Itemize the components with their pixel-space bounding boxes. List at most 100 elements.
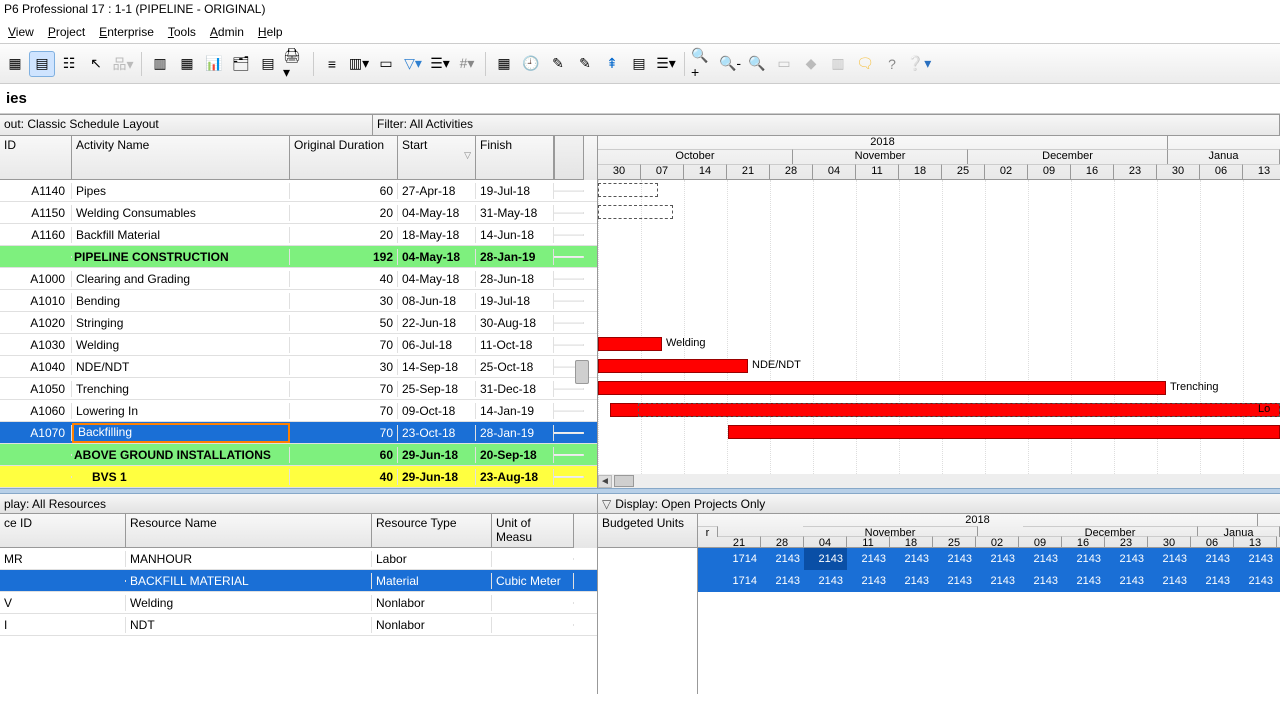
toolbar-icon[interactable]: ▦ [2, 51, 28, 77]
help-icon[interactable]: ? [879, 51, 905, 77]
budget-cell[interactable]: 2143 [1105, 548, 1148, 570]
note-icon[interactable]: 🗨 [852, 51, 878, 77]
resource-row[interactable]: INDTNonlabor [0, 614, 597, 636]
activity-row[interactable]: A1040NDE/NDT3014-Sep-1825-Oct-18 [0, 356, 597, 378]
gantt-bar[interactable] [598, 205, 673, 219]
activity-row[interactable]: A1010Bending3008-Jun-1819-Jul-18 [0, 290, 597, 312]
expand-icon[interactable]: ▽ [602, 497, 611, 511]
gantt-bar[interactable] [598, 337, 662, 351]
budget-cell[interactable]: 2143 [976, 548, 1019, 570]
col-header-finish[interactable]: Finish [476, 136, 554, 180]
toolbar-icon[interactable]: ▤ [626, 51, 652, 77]
zoom-icon[interactable]: 🔍 [744, 51, 770, 77]
budget-cell[interactable]: 2143 [933, 548, 976, 570]
resource-row[interactable]: MRMANHOURLabor [0, 548, 597, 570]
toolbar-icon[interactable]: ☰▾ [427, 51, 453, 77]
col-header-id[interactable]: ID [0, 136, 72, 180]
budget-cell[interactable]: 2143 [1019, 548, 1062, 570]
gantt-timescale[interactable]: 2018OctoberNovemberDecemberJanua30071421… [598, 136, 1280, 180]
menu-help[interactable]: Help [252, 23, 289, 41]
budget-cell[interactable]: 1714 [718, 548, 761, 570]
col-header-resource-id[interactable]: ce ID [0, 514, 126, 548]
toolbar-icon[interactable]: ↖ [83, 51, 109, 77]
toolbar-icon[interactable]: ◆ [798, 51, 824, 77]
toolbar-icon[interactable]: 🖨▾ [282, 51, 308, 77]
toolbar-icon[interactable]: 🕘 [518, 51, 544, 77]
budget-cell[interactable]: 2143 [1019, 570, 1062, 592]
toolbar-icon[interactable]: ✎ [572, 51, 598, 77]
toolbar-icon[interactable]: ▤ [29, 51, 55, 77]
activity-row[interactable]: A1000Clearing and Grading4004-May-1828-J… [0, 268, 597, 290]
gantt-bar[interactable] [728, 425, 1280, 439]
activity-row[interactable]: BVS 14029-Jun-1823-Aug-18 [0, 466, 597, 488]
col-header-resource-type[interactable]: Resource Type [372, 514, 492, 548]
layout-label[interactable]: out: Classic Schedule Layout [0, 115, 373, 135]
filter-icon[interactable]: ▽▾ [400, 51, 426, 77]
budget-cell[interactable]: 2143 [1191, 548, 1234, 570]
budget-cell[interactable]: 2143 [804, 548, 847, 570]
budget-cell[interactable]: 1714 [718, 570, 761, 592]
toolbar-icon[interactable]: 📊 [201, 51, 227, 77]
budget-cell[interactable]: 2143 [1062, 548, 1105, 570]
toolbar-icon[interactable]: ☰▾ [653, 51, 679, 77]
budget-cell[interactable]: 2143 [847, 570, 890, 592]
toolbar-icon[interactable]: ☷ [56, 51, 82, 77]
gantt-bar[interactable] [598, 381, 1166, 395]
activity-row[interactable]: A1070Backfilling7023-Oct-1828-Jan-19 [0, 422, 597, 444]
menu-enterprise[interactable]: Enterprise [93, 23, 160, 41]
activity-row[interactable]: A1160Backfill Material2018-May-1814-Jun-… [0, 224, 597, 246]
project-display-label[interactable]: ▽ Display: Open Projects Only [598, 494, 1280, 514]
activity-row[interactable]: A1150Welding Consumables2004-May-1831-Ma… [0, 202, 597, 224]
activity-row[interactable]: A1030Welding7006-Jul-1811-Oct-18 [0, 334, 597, 356]
toolbar-icon[interactable]: ▤ [255, 51, 281, 77]
scroll-thumb[interactable] [575, 360, 589, 384]
filter-label[interactable]: Filter: All Activities [373, 115, 1280, 135]
toolbar-icon[interactable]: ▥ [147, 51, 173, 77]
scroll-thumb[interactable] [614, 475, 634, 487]
col-header-resource-name[interactable]: Resource Name [126, 514, 372, 548]
toolbar-icon[interactable]: 品▾ [110, 51, 136, 77]
budget-cell[interactable]: 2143 [933, 570, 976, 592]
budget-row[interactable]: 1714214321432143214321432143214321432143… [698, 570, 1280, 592]
menu-project[interactable]: Project [42, 23, 91, 41]
gantt-chart[interactable]: WeldingNDE/NDTTrenchingLo [598, 180, 1280, 474]
toolbar-icon[interactable]: ▦ [174, 51, 200, 77]
budget-cell[interactable]: 2143 [1062, 570, 1105, 592]
budget-cell[interactable]: 2143 [1148, 548, 1191, 570]
col-header-unit[interactable]: Unit of Measu [492, 514, 574, 548]
scroll-left-icon[interactable]: ◄ [598, 475, 612, 488]
budget-cell[interactable]: 2143 [761, 570, 804, 592]
horizontal-scrollbar[interactable]: ◄ [598, 474, 1280, 488]
activity-row[interactable]: PIPELINE CONSTRUCTION19204-May-1828-Jan-… [0, 246, 597, 268]
zoom-out-icon[interactable]: 🔍- [717, 51, 743, 77]
toolbar-icon[interactable]: ▥▾ [346, 51, 372, 77]
menu-tools[interactable]: Tools [162, 23, 202, 41]
budget-cell[interactable]: 2143 [1191, 570, 1234, 592]
budget-cell[interactable]: 2143 [1234, 548, 1277, 570]
gantt-bar[interactable] [638, 403, 1280, 417]
gantt-bar[interactable] [598, 359, 748, 373]
budget-cell[interactable]: 2143 [847, 548, 890, 570]
col-header-duration[interactable]: Original Duration [290, 136, 398, 180]
budget-cell[interactable]: 2143 [976, 570, 1019, 592]
help-icon[interactable]: ❔▾ [906, 51, 932, 77]
toolbar-icon[interactable]: ✎ [545, 51, 571, 77]
toolbar-icon[interactable]: ▦ [491, 51, 517, 77]
budget-cell[interactable]: 2143 [1234, 570, 1277, 592]
zoom-in-icon[interactable]: 🔍+ [690, 51, 716, 77]
spreadsheet-timescale[interactable]: 2018rNovemberDecemberJanua21280411182502… [698, 514, 1280, 548]
toolbar-icon[interactable]: #▾ [454, 51, 480, 77]
budget-row[interactable]: 1714214321432143214321432143214321432143… [698, 548, 1280, 570]
col-header-start[interactable]: Start▽ [398, 136, 476, 180]
toolbar-icon[interactable]: ▭ [373, 51, 399, 77]
resource-row[interactable]: BACKFILL MATERIALMaterialCubic Meter [0, 570, 597, 592]
budget-cell[interactable]: 2143 [761, 548, 804, 570]
activity-row[interactable]: ABOVE GROUND INSTALLATIONS6029-Jun-1820-… [0, 444, 597, 466]
col-header-name[interactable]: Activity Name [72, 136, 290, 180]
gantt-bar[interactable] [598, 183, 658, 197]
toolbar-icon[interactable]: ▭ [771, 51, 797, 77]
activity-row[interactable]: A1140Pipes6027-Apr-1819-Jul-18 [0, 180, 597, 202]
budget-cell[interactable]: 2143 [890, 570, 933, 592]
budget-cell[interactable]: 2143 [804, 570, 847, 592]
resource-row[interactable]: VWeldingNonlabor [0, 592, 597, 614]
